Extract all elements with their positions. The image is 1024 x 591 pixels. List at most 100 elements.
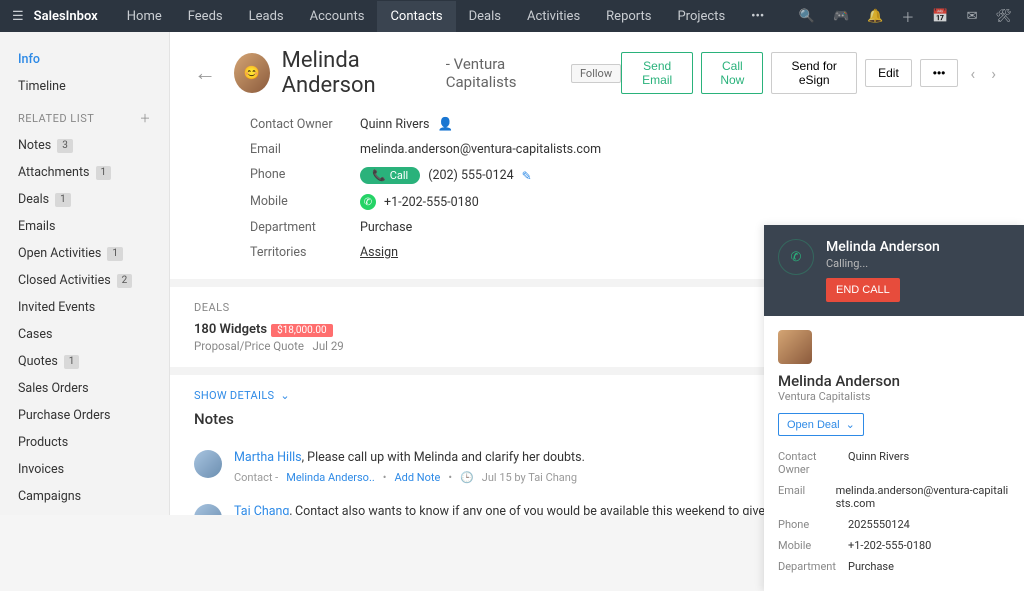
calendar-icon[interactable]: 📅 (932, 9, 948, 24)
sidebar-campaigns[interactable]: Campaigns (0, 483, 169, 510)
nav-accounts[interactable]: Accounts (297, 1, 378, 32)
next-record-icon[interactable]: › (987, 64, 1000, 83)
chevron-down-icon: ⌄ (846, 418, 855, 431)
call-now-button[interactable]: Call Now (701, 52, 763, 94)
nav-deals[interactable]: Deals (456, 1, 514, 32)
gamify-icon[interactable]: 🎮 (833, 9, 849, 24)
more-button[interactable]: ••• (920, 59, 959, 87)
sidebar-cases[interactable]: Cases (0, 321, 169, 348)
note-author[interactable]: Tai Chang (234, 504, 289, 515)
value-phone: (202) 555-0124 (428, 168, 513, 183)
plus-icon[interactable]: ＋ (901, 7, 914, 26)
sidebar-invoices[interactable]: Invoices (0, 456, 169, 483)
call-body-company: Ventura Capitalists (778, 390, 1010, 403)
nav-projects[interactable]: Projects (664, 1, 738, 32)
nav-leads[interactable]: Leads (236, 1, 297, 32)
deal-amount: $18,000.00 (271, 324, 333, 337)
call-avatar (778, 330, 812, 364)
topbar: ☰ SalesInbox HomeFeedsLeadsAccountsConta… (0, 0, 1024, 32)
add-related-icon[interactable]: ＋ (140, 110, 152, 126)
back-arrow-icon[interactable]: ← (194, 60, 216, 86)
value-dept: Purchase (360, 220, 412, 235)
sidebar-purchase-orders[interactable]: Purchase Orders (0, 402, 169, 429)
note-author[interactable]: Martha Hills (234, 450, 302, 465)
label-email: Email (250, 142, 360, 157)
add-note-link[interactable]: Add Note (394, 471, 440, 484)
label-territory: Territories (250, 245, 360, 260)
note-contact-link[interactable]: Melinda Anderso.. (286, 471, 375, 484)
user-icon[interactable]: 👤 (437, 117, 453, 132)
edit-phone-icon[interactable]: ✎ (522, 169, 532, 183)
call-panel: ✆ Melinda Anderson Calling... END CALL M… (764, 225, 1024, 591)
sidebar-notes[interactable]: Notes3 (0, 132, 169, 159)
avatar[interactable]: 😊 (234, 53, 270, 93)
follow-button[interactable]: Follow (571, 64, 621, 83)
call-field: Contact OwnerQuinn Rivers (778, 446, 1010, 480)
nav-contacts[interactable]: Contacts (377, 1, 455, 32)
label-dept: Department (250, 220, 360, 235)
notes-title: Notes (194, 410, 234, 428)
whatsapp-icon[interactable]: ✆ (360, 194, 376, 210)
nav-reports[interactable]: Reports (593, 1, 664, 32)
contact-header: ← 😊 Melinda Anderson - Ventura Capitalis… (170, 32, 1024, 108)
note-avatar (194, 504, 222, 515)
deal-title[interactable]: 180 Widgets (194, 322, 267, 337)
end-call-button[interactable]: END CALL (826, 278, 900, 302)
label-mobile: Mobile (250, 194, 360, 210)
sidebar-timeline[interactable]: Timeline (0, 73, 169, 100)
note-text: , Please call up with Melinda and clarif… (302, 450, 585, 465)
nav-•••[interactable]: ••• (738, 1, 777, 32)
sidebar-attachments[interactable]: Attachments1 (0, 159, 169, 186)
tools-icon[interactable]: 🛠 (995, 9, 1012, 24)
nav-home[interactable]: Home (114, 1, 175, 32)
sidebar-invited-events[interactable]: Invited Events (0, 294, 169, 321)
contact-company: - Ventura Capitalists (446, 55, 565, 91)
hamburger-icon[interactable]: ☰ (12, 9, 24, 24)
edit-button[interactable]: Edit (865, 59, 912, 87)
clock-icon: 🕒 (460, 471, 474, 484)
nav-activities[interactable]: Activities (514, 1, 593, 32)
contact-name: Melinda Anderson (282, 48, 440, 98)
related-list-head: RELATED LIST＋ (0, 100, 169, 132)
value-email[interactable]: melinda.anderson@ventura-capitalists.com (360, 142, 601, 157)
label-phone: Phone (250, 167, 360, 184)
brand[interactable]: SalesInbox (34, 9, 98, 24)
sidebar-sales-orders[interactable]: Sales Orders (0, 375, 169, 402)
send-email-button[interactable]: Send Email (621, 52, 693, 94)
topbar-tools: 🔍 🎮 🔔 ＋ 📅 ✉ 🛠 (799, 7, 1012, 26)
header-actions: Send Email Call Now Send for eSign Edit … (621, 52, 1000, 94)
call-field: Phone2025550124 (778, 514, 1010, 535)
search-icon[interactable]: 🔍 (799, 9, 815, 24)
value-mobile: +1-202-555-0180 (384, 195, 479, 210)
note-text: , Contact also wants to know if any one … (289, 504, 813, 515)
sidebar-zoho-support[interactable]: Zoho Support (0, 510, 169, 515)
sidebar-open-activities[interactable]: Open Activities1 (0, 240, 169, 267)
mail-icon[interactable]: ✉ (967, 9, 978, 24)
assign-link[interactable]: Assign (360, 245, 398, 260)
sidebar-deals[interactable]: Deals1 (0, 186, 169, 213)
call-field: DepartmentPurchase (778, 556, 1010, 577)
sidebar-quotes[interactable]: Quotes1 (0, 348, 169, 375)
call-contact-name: Melinda Anderson (826, 239, 1010, 255)
call-field: Mobile+1-202-555-0180 (778, 535, 1010, 556)
call-ring-icon: ✆ (778, 239, 814, 275)
value-owner: Quinn Rivers (360, 117, 429, 132)
sidebar-closed-activities[interactable]: Closed Activities2 (0, 267, 169, 294)
call-body-name: Melinda Anderson (778, 372, 1010, 390)
sidebar: InfoTimelineRELATED LIST＋Notes3Attachmen… (0, 32, 170, 515)
call-status: Calling... (826, 257, 1010, 270)
topnav: HomeFeedsLeadsAccountsContactsDealsActiv… (114, 1, 778, 32)
sidebar-products[interactable]: Products (0, 429, 169, 456)
bell-icon[interactable]: 🔔 (867, 9, 883, 24)
call-field: Emailmelinda.anderson@ventura-capitalist… (778, 480, 1010, 514)
note-avatar (194, 450, 222, 478)
sidebar-emails[interactable]: Emails (0, 213, 169, 240)
sidebar-info[interactable]: Info (0, 46, 169, 73)
nav-feeds[interactable]: Feeds (175, 1, 236, 32)
chevron-down-icon: ⌄ (280, 389, 290, 402)
open-deal-button[interactable]: Open Deal ⌄ (778, 413, 864, 436)
prev-record-icon[interactable]: ‹ (966, 64, 979, 83)
label-owner: Contact Owner (250, 117, 360, 132)
call-button[interactable]: 📞 Call (360, 167, 420, 184)
send-esign-button[interactable]: Send for eSign (771, 52, 857, 94)
